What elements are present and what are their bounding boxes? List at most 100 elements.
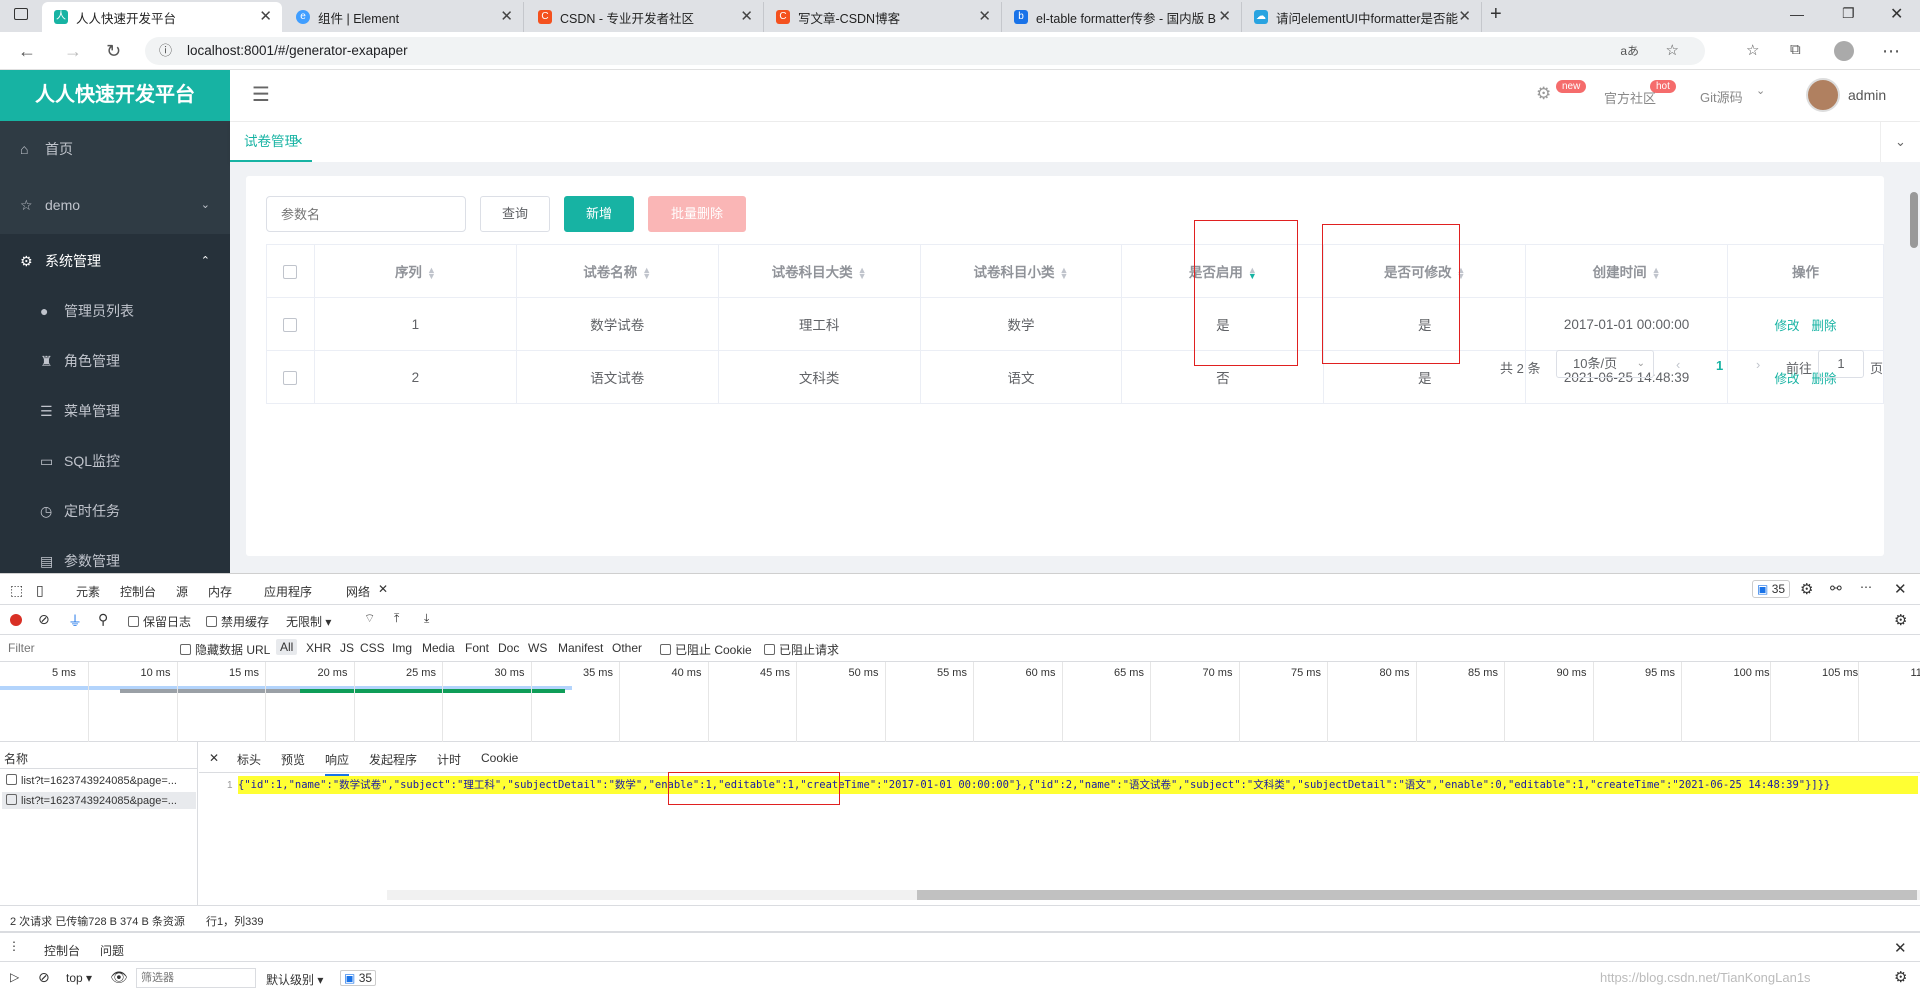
close-icon[interactable]: ✕ bbox=[978, 7, 991, 25]
sort-icon[interactable]: ▲ ▼ bbox=[427, 266, 436, 281]
collections-icon[interactable]: ⧉ bbox=[1790, 41, 1801, 58]
sidebar-toggle-icon[interactable]: ▷ bbox=[10, 970, 19, 984]
community-link[interactable]: 官方社区 bbox=[1604, 88, 1656, 107]
sort-icon[interactable]: ▲ ▼ bbox=[1060, 266, 1069, 281]
avatar[interactable] bbox=[1806, 78, 1840, 112]
close-icon[interactable]: ✕ bbox=[1218, 7, 1231, 25]
request-item-selected[interactable]: list?t=1623743924085&page=... bbox=[2, 792, 196, 809]
blocked-requests-checkbox[interactable]: 已阻止请求 bbox=[764, 641, 839, 658]
browser-tab[interactable]: e 组件 | Element ✕ bbox=[284, 2, 524, 32]
detail-tab-initiator[interactable]: 发起程序 bbox=[369, 751, 417, 768]
next-page-icon[interactable]: › bbox=[1756, 357, 1760, 372]
clear-console-icon[interactable]: ⊘ bbox=[38, 969, 50, 986]
filter-type-other[interactable]: Other bbox=[612, 641, 642, 655]
edit-link[interactable]: 修改 bbox=[1774, 319, 1799, 333]
filter-type-img[interactable]: Img bbox=[392, 641, 412, 655]
disable-cache-checkbox[interactable]: 禁用缓存 bbox=[206, 613, 269, 630]
upload-icon[interactable]: ⤒ bbox=[394, 611, 399, 626]
sidebar-item-home[interactable]: ⌂ 首页 bbox=[0, 124, 230, 174]
window-close-icon[interactable]: ✕ bbox=[1890, 4, 1903, 24]
context-select[interactable]: top ▾ bbox=[66, 971, 92, 985]
select-all-cell[interactable] bbox=[266, 244, 315, 298]
sidebar-item-demo[interactable]: ☆ demo ⌄ bbox=[0, 180, 230, 230]
detail-tab-headers[interactable]: 标头 bbox=[237, 751, 261, 768]
inspect-icon[interactable]: ⬚ bbox=[10, 582, 23, 599]
table-row[interactable]: 1 数学试卷 理工科 数学 是 是 2017-01-01 00:00:00 修改… bbox=[266, 297, 1884, 351]
sidebar-item-sql[interactable]: ▭ SQL监控 bbox=[0, 436, 230, 486]
prev-page-icon[interactable]: ‹ bbox=[1676, 357, 1680, 372]
close-devtools-icon[interactable]: ✕ bbox=[1894, 580, 1907, 598]
gear-icon[interactable]: ⚙ bbox=[1536, 84, 1551, 104]
wifi-icon[interactable]: ⌔ bbox=[364, 611, 375, 626]
minimize-icon[interactable]: — bbox=[1790, 6, 1804, 22]
sort-icon[interactable]: ▲ ▼ bbox=[642, 266, 651, 281]
eye-icon[interactable]: 👁 bbox=[110, 969, 128, 986]
favorite-icon[interactable]: ☆ bbox=[1666, 37, 1679, 65]
add-button[interactable]: 新增 bbox=[564, 196, 634, 232]
query-button[interactable]: 查询 bbox=[480, 196, 550, 232]
sort-icon[interactable]: ▲ ▼ bbox=[1652, 266, 1661, 281]
filter-type-css[interactable]: CSS bbox=[360, 641, 385, 655]
column-header[interactable]: 试卷名称 ▲ ▼ bbox=[515, 244, 719, 298]
sidebar-item-roles[interactable]: ♜ 角色管理 bbox=[0, 336, 230, 386]
filter-type-js[interactable]: JS bbox=[340, 641, 354, 655]
filter-type-ws[interactable]: WS bbox=[528, 641, 547, 655]
sidebar-item-schedule[interactable]: ◷ 定时任务 bbox=[0, 486, 230, 536]
gear-icon[interactable]: ⚙ bbox=[1800, 580, 1813, 598]
request-item[interactable]: list?t=1623743924085&page=... bbox=[6, 774, 177, 787]
chevron-down-icon[interactable]: ⌄ bbox=[1880, 122, 1920, 162]
brand-logo[interactable]: 人人快速开发平台 bbox=[0, 70, 230, 121]
page-number-current[interactable]: 1 bbox=[1716, 358, 1723, 373]
devtools-tab-sources[interactable]: 源 bbox=[176, 583, 188, 600]
issues-badge[interactable]: ▣ 35 bbox=[1752, 580, 1791, 598]
devtools-tab-elements[interactable]: 元素 bbox=[76, 583, 100, 600]
hamburger-icon[interactable]: ☰ bbox=[252, 82, 270, 107]
response-body[interactable]: {"id":1,"name":"数学试卷","subject":"理工科","s… bbox=[238, 776, 1918, 794]
filter-type-doc[interactable]: Doc bbox=[498, 641, 519, 655]
filter-type-manifest[interactable]: Manifest bbox=[558, 641, 603, 655]
horizontal-scrollbar[interactable] bbox=[387, 890, 1920, 900]
detail-tab-timing[interactable]: 计时 bbox=[437, 751, 461, 768]
param-name-input[interactable] bbox=[266, 196, 466, 232]
row-checkbox[interactable] bbox=[283, 370, 298, 385]
filter-type-all[interactable]: All bbox=[276, 639, 298, 655]
sort-icon[interactable]: ▲ ▼ bbox=[858, 266, 867, 281]
close-icon[interactable]: ✕ bbox=[740, 7, 753, 25]
clear-icon[interactable]: ⊘ bbox=[38, 611, 50, 628]
close-drawer-icon[interactable]: ✕ bbox=[1894, 939, 1907, 957]
filter-type-font[interactable]: Font bbox=[465, 641, 489, 655]
gear-icon[interactable]: ⚙ bbox=[1894, 611, 1907, 629]
more-icon[interactable]: ⋯ bbox=[1860, 580, 1872, 594]
download-icon[interactable]: ⤓ bbox=[424, 611, 429, 626]
throttle-select[interactable]: 无限制 ▾ bbox=[286, 613, 331, 630]
close-icon[interactable]: ✕ bbox=[500, 7, 513, 25]
git-link[interactable]: Git源码 bbox=[1700, 87, 1743, 106]
detail-tab-preview[interactable]: 预览 bbox=[281, 751, 305, 768]
tab-actions-icon[interactable] bbox=[14, 8, 28, 20]
row-select-cell[interactable] bbox=[266, 350, 315, 404]
column-header[interactable]: 试卷科目小类 ▲ ▼ bbox=[919, 244, 1123, 298]
browser-tab[interactable]: b el-table formatter传参 - 国内版 B ✕ bbox=[1002, 2, 1242, 32]
goto-page-input[interactable]: 1 bbox=[1818, 350, 1864, 378]
new-tab-button[interactable]: + bbox=[1490, 3, 1502, 26]
device-icon[interactable]: ▯ bbox=[36, 582, 44, 599]
hide-data-urls-checkbox[interactable]: 隐藏数据 URL bbox=[180, 641, 270, 658]
sidebar-item-admins[interactable]: ● 管理员列表 bbox=[0, 286, 230, 336]
row-select-cell[interactable] bbox=[266, 297, 315, 351]
info-icon[interactable]: ⓘ bbox=[159, 37, 172, 65]
sidebar-item-params[interactable]: ▤ 参数管理 bbox=[0, 536, 230, 573]
browser-tab[interactable]: ☁ 请问elementUI中formatter是否能 ✕ bbox=[1242, 2, 1482, 32]
blocked-cookies-checkbox[interactable]: 已阻止 Cookie bbox=[660, 641, 752, 658]
restore-icon[interactable]: ❐ bbox=[1842, 5, 1855, 22]
console-filter-input[interactable] bbox=[136, 968, 256, 988]
tab-paper-manage[interactable]: 试卷管理 ✕ bbox=[230, 122, 312, 162]
devtools-tab-console[interactable]: 控制台 bbox=[120, 583, 156, 600]
reload-icon[interactable]: ↻ bbox=[106, 41, 121, 62]
preserve-log-checkbox[interactable]: 保留日志 bbox=[128, 613, 191, 630]
filter-type-media[interactable]: Media bbox=[422, 641, 455, 655]
log-level-select[interactable]: 默认级别 ▾ bbox=[266, 971, 323, 988]
devtools-tab-application[interactable]: 应用程序 bbox=[264, 583, 312, 600]
batch-delete-button[interactable]: 批量删除 bbox=[648, 196, 746, 232]
delete-link[interactable]: 删除 bbox=[1812, 319, 1837, 333]
close-icon[interactable]: ✕ bbox=[378, 582, 388, 596]
